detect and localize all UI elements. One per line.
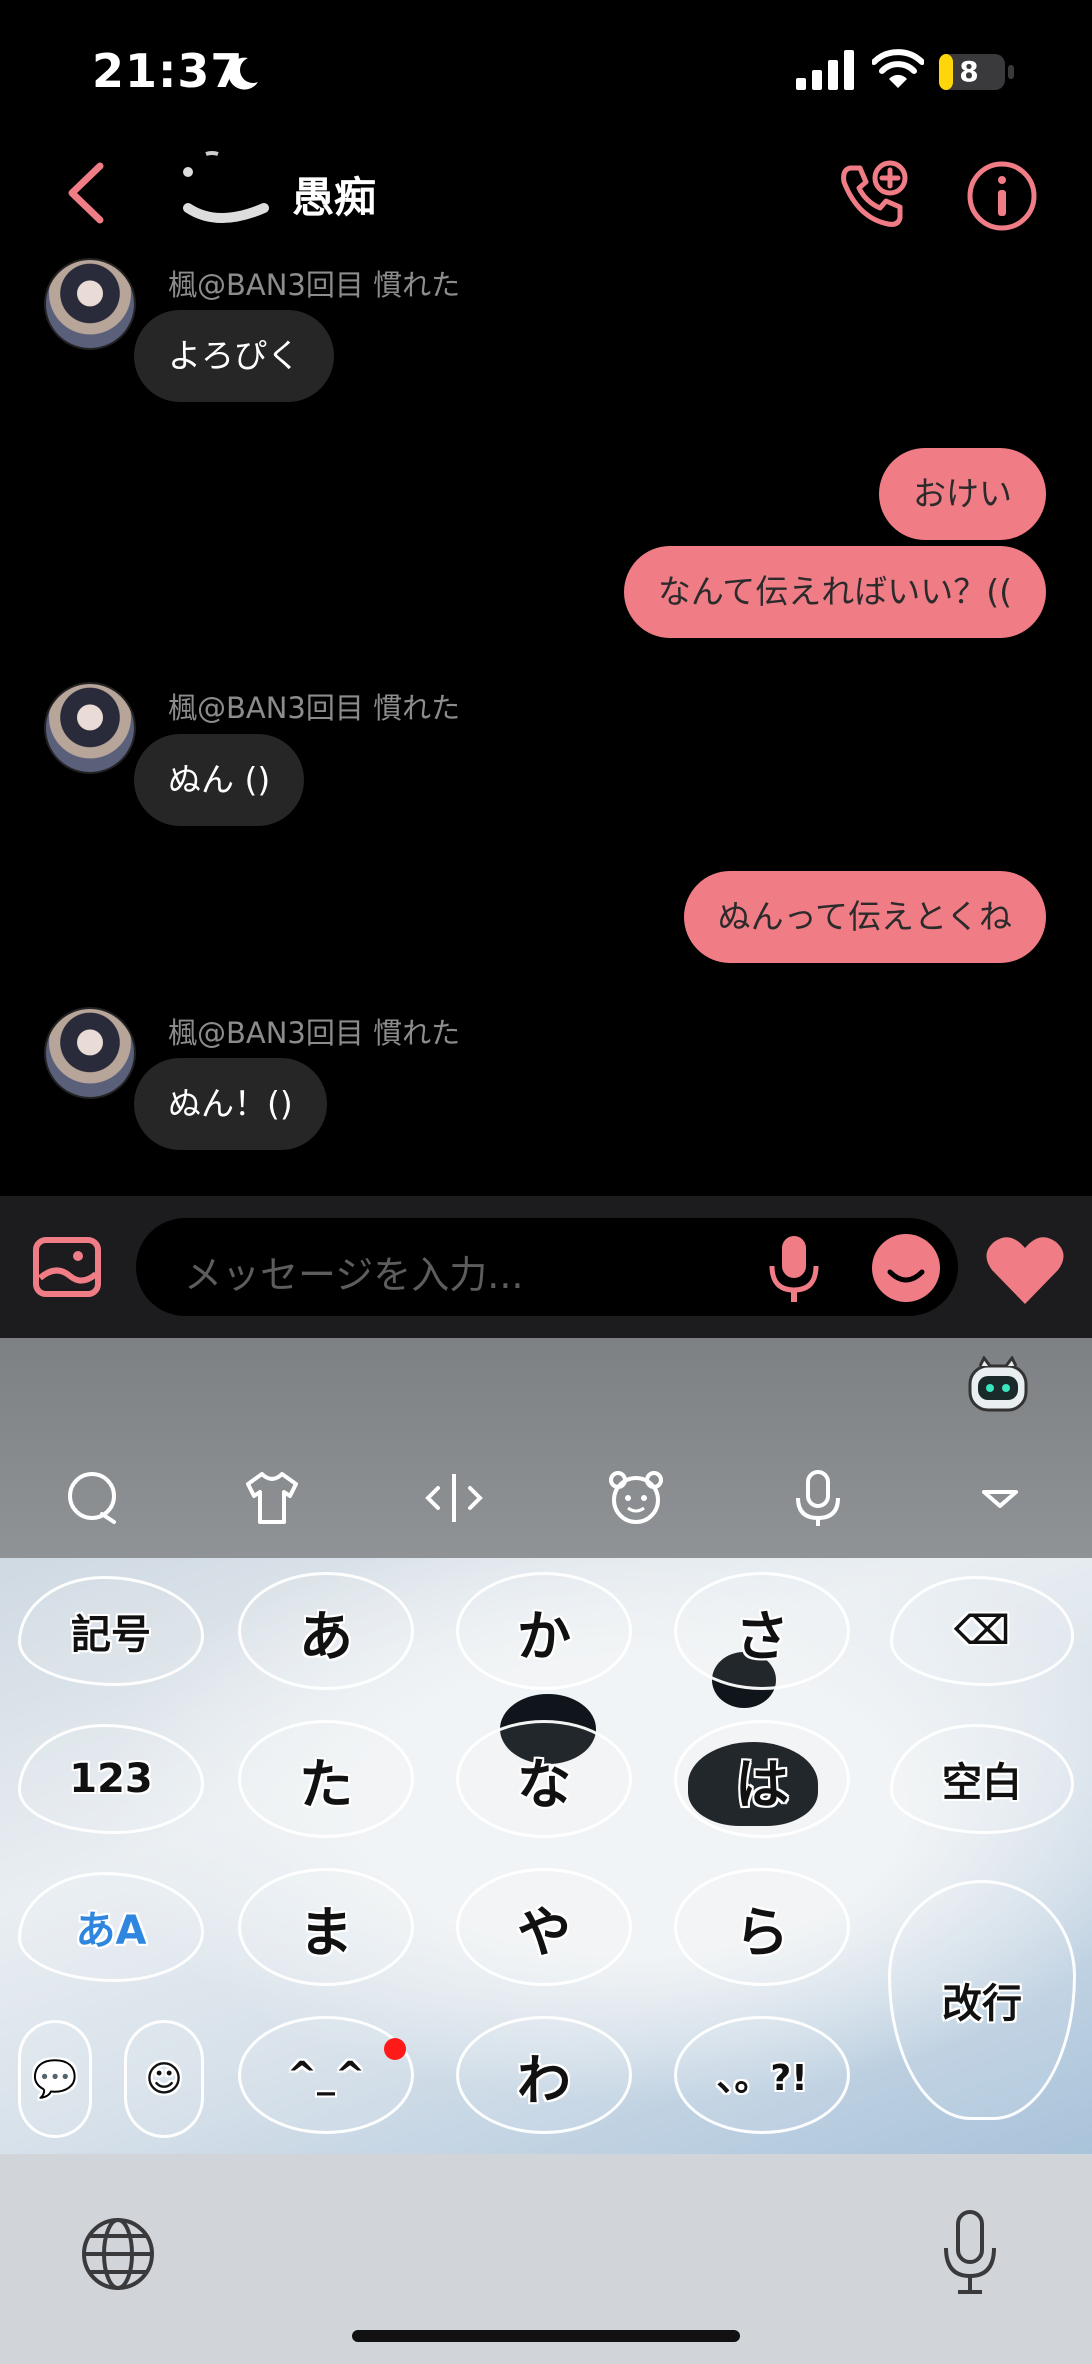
sender-avatar[interactable] [44,258,136,350]
sender-name: 楓@BAN3回目 慣れた [168,1016,461,1050]
heart-icon[interactable] [984,1232,1066,1306]
outgoing-message[interactable]: おけい [879,448,1046,540]
key-ha[interactable]: は [674,1720,850,1838]
wifi-icon [872,49,924,88]
key-sa[interactable]: さ [674,1572,850,1690]
chat-title: 愚痴 [292,173,377,222]
key-punctuation[interactable]: 、。?! [674,2016,850,2134]
key-ta[interactable]: た [238,1720,414,1838]
globe-icon[interactable] [78,2214,158,2294]
incoming-message[interactable]: ぬん () [134,734,305,826]
battery-icon: 8 [938,52,1018,92]
key-chat-icon[interactable]: 💬 [18,2020,92,2138]
home-indicator[interactable] [352,2330,740,2342]
cellular-signal-icon [796,50,854,90]
incoming-message[interactable]: よろぴく [134,310,334,402]
sender-name: 楓@BAN3回目 慣れた [168,268,461,302]
incoming-message[interactable]: ぬん！() [134,1058,327,1150]
search-bubble-icon[interactable] [62,1468,122,1528]
key-emoji-icon[interactable]: ☺ [124,2020,204,2138]
moon-icon [228,57,258,90]
info-icon[interactable] [966,160,1038,232]
collapse-icon[interactable] [970,1468,1030,1528]
keyboard-toolbar [0,1338,1092,1558]
shirt-icon[interactable] [242,1468,302,1528]
outgoing-message[interactable]: ぬんって伝えとくね [683,871,1046,963]
key-ra[interactable]: ら [674,1868,850,1986]
robot-assistant-icon[interactable] [966,1356,1030,1416]
group-avatar[interactable] [178,148,270,240]
sender-avatar[interactable] [44,682,136,774]
back-chevron-icon[interactable] [64,160,108,226]
bear-face-icon[interactable] [606,1468,666,1528]
notification-dot [384,2038,406,2060]
sender-name: 楓@BAN3回目 慣れた [168,691,461,725]
image-attach-icon[interactable] [32,1236,102,1298]
key-na[interactable]: な [456,1720,632,1838]
cursor-icon[interactable] [424,1468,484,1528]
microphone-icon[interactable] [768,1234,820,1304]
key-ya[interactable]: や [456,1868,632,1986]
key-a[interactable]: あ [238,1572,414,1690]
sender-avatar[interactable] [44,1007,136,1099]
outgoing-message[interactable]: なんて伝えればいい？(( [623,546,1046,638]
message-input-placeholder: メッセージを入力... [184,1253,524,1297]
key-return[interactable]: 改行 [888,1880,1076,2120]
emoji-face-icon[interactable] [872,1234,940,1302]
key-ma[interactable]: ま [238,1868,414,1986]
battery-level: 8 [959,55,979,88]
status-time: 21:37 [92,44,244,98]
key-kaomoji[interactable]: ^_^ [238,2016,414,2134]
add-call-icon[interactable] [836,160,910,230]
dictation-mic-icon[interactable] [940,2208,1000,2298]
key-wa[interactable]: わ [456,2016,632,2134]
key-ka[interactable]: か [456,1572,632,1690]
mic-icon[interactable] [788,1468,848,1528]
